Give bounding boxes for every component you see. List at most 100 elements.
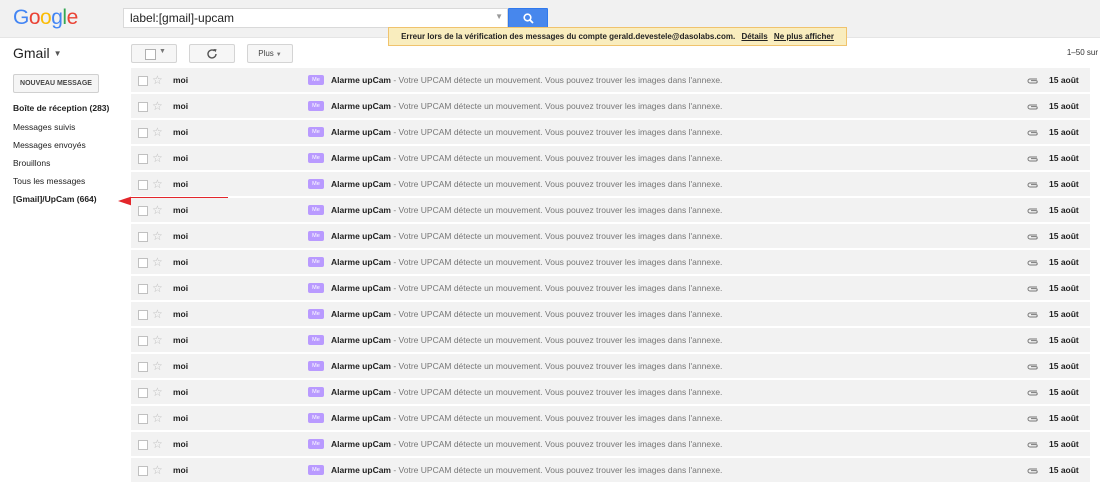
row-checkbox[interactable] <box>138 414 148 424</box>
row-checkbox[interactable] <box>138 128 148 138</box>
label-tag[interactable]: Me <box>308 75 324 85</box>
attachment-icon <box>1027 182 1038 188</box>
row-checkbox[interactable] <box>138 336 148 346</box>
message-row[interactable]: ☆ moi Me Alarme upCam - Votre UPCAM détecte… <box>131 146 1090 171</box>
row-checkbox[interactable] <box>138 76 148 86</box>
star-icon[interactable]: ☆ <box>152 73 163 87</box>
attachment-icon <box>1027 286 1038 292</box>
row-checkbox[interactable] <box>138 258 148 268</box>
star-icon[interactable]: ☆ <box>152 99 163 113</box>
sidebar-item-inbox[interactable]: Boîte de réception (283) <box>13 103 109 113</box>
attachment-icon <box>1027 130 1038 136</box>
message-snippet: - Votre UPCAM détecte un mouvement. Vous… <box>391 257 723 267</box>
star-icon[interactable]: ☆ <box>152 255 163 269</box>
message-row[interactable]: ☆ moi Me Alarme upCam - Votre UPCAM détecte… <box>131 354 1090 379</box>
label-tag[interactable]: Me <box>308 439 324 449</box>
message-subject-text: Alarme upCam <box>331 361 391 371</box>
message-row[interactable]: ☆ moi Me Alarme upCam - Votre UPCAM détecte… <box>131 458 1090 483</box>
message-row[interactable]: ☆ moi Me Alarme upCam - Votre UPCAM détecte… <box>131 406 1090 431</box>
star-icon[interactable]: ☆ <box>152 411 163 425</box>
row-checkbox[interactable] <box>138 102 148 112</box>
message-row[interactable]: ☆ moi Me Alarme upCam - Votre UPCAM détecte… <box>131 120 1090 145</box>
message-row[interactable]: ☆ moi Me Alarme upCam - Votre UPCAM détecte… <box>131 302 1090 327</box>
select-all-button[interactable]: ▼ <box>131 44 177 63</box>
refresh-button[interactable] <box>189 44 235 63</box>
more-button[interactable]: Plus ▼ <box>247 44 293 63</box>
message-date: 15 août <box>1049 465 1079 475</box>
star-icon[interactable]: ☆ <box>152 385 163 399</box>
row-checkbox[interactable] <box>138 310 148 320</box>
star-icon[interactable]: ☆ <box>152 203 163 217</box>
star-icon[interactable]: ☆ <box>152 359 163 373</box>
label-tag[interactable]: Me <box>308 387 324 397</box>
star-icon[interactable]: ☆ <box>152 281 163 295</box>
attachment-icon <box>1027 442 1038 448</box>
message-snippet: - Votre UPCAM détecte un mouvement. Vous… <box>391 127 723 137</box>
sidebar-item-starred[interactable]: Messages suivis <box>13 122 75 132</box>
compose-button[interactable]: NOUVEAU MESSAGE <box>13 74 99 93</box>
search-input[interactable] <box>130 10 490 26</box>
label-tag[interactable]: Me <box>308 283 324 293</box>
sidebar-item-drafts[interactable]: Brouillons <box>13 158 50 168</box>
message-date: 15 août <box>1049 413 1079 423</box>
banner-details-link[interactable]: Détails <box>741 32 767 41</box>
label-tag[interactable]: Me <box>308 257 324 267</box>
sidebar-item-all-mail[interactable]: Tous les messages <box>13 176 85 186</box>
search-options-caret-icon[interactable]: ▼ <box>495 12 503 21</box>
label-tag[interactable]: Me <box>308 465 324 475</box>
row-checkbox[interactable] <box>138 180 148 190</box>
label-tag[interactable]: Me <box>308 179 324 189</box>
star-icon[interactable]: ☆ <box>152 177 163 191</box>
row-checkbox[interactable] <box>138 284 148 294</box>
message-sender: moi <box>173 75 189 85</box>
label-tag[interactable]: Me <box>308 413 324 423</box>
message-row[interactable]: ☆ moi Me Alarme upCam - Votre UPCAM détecte… <box>131 250 1090 275</box>
message-snippet: - Votre UPCAM détecte un mouvement. Vous… <box>391 439 723 449</box>
star-icon[interactable]: ☆ <box>152 229 163 243</box>
message-subject: Alarme upCam - Votre UPCAM détecte un mo… <box>331 127 722 137</box>
banner-dismiss-link[interactable]: Ne plus afficher <box>774 32 834 41</box>
message-row[interactable]: ☆ moi Me Alarme upCam - Votre UPCAM détecte… <box>131 432 1090 457</box>
row-checkbox[interactable] <box>138 440 148 450</box>
message-row[interactable]: ☆ moi Me Alarme upCam - Votre UPCAM détecte… <box>131 94 1090 119</box>
search-box[interactable]: ▼ <box>123 8 508 28</box>
label-tag[interactable]: Me <box>308 231 324 241</box>
message-date: 15 août <box>1049 205 1079 215</box>
row-checkbox[interactable] <box>138 362 148 372</box>
message-sender: moi <box>173 205 189 215</box>
row-checkbox[interactable] <box>138 232 148 242</box>
row-checkbox[interactable] <box>138 388 148 398</box>
gmail-menu[interactable]: Gmail ▼ <box>13 45 61 61</box>
message-row[interactable]: ☆ moi Me Alarme upCam - Votre UPCAM détecte… <box>131 198 1090 223</box>
star-icon[interactable]: ☆ <box>152 307 163 321</box>
star-icon[interactable]: ☆ <box>152 125 163 139</box>
star-icon[interactable]: ☆ <box>152 333 163 347</box>
label-tag[interactable]: Me <box>308 335 324 345</box>
label-tag[interactable]: Me <box>308 309 324 319</box>
label-tag[interactable]: Me <box>308 361 324 371</box>
row-checkbox[interactable] <box>138 466 148 476</box>
search-button[interactable] <box>508 8 548 29</box>
message-row[interactable]: ☆ moi Me Alarme upCam - Votre UPCAM détecte… <box>131 172 1090 197</box>
message-snippet: - Votre UPCAM détecte un mouvement. Vous… <box>391 465 723 475</box>
sidebar-item-upcam[interactable]: [Gmail]/UpCam (664) <box>13 194 97 204</box>
message-row[interactable]: ☆ moi Me Alarme upCam - Votre UPCAM détecte… <box>131 380 1090 405</box>
row-checkbox[interactable] <box>138 206 148 216</box>
star-icon[interactable]: ☆ <box>152 151 163 165</box>
sidebar-item-sent[interactable]: Messages envoyés <box>13 140 86 150</box>
row-checkbox[interactable] <box>138 154 148 164</box>
message-snippet: - Votre UPCAM détecte un mouvement. Vous… <box>391 153 723 163</box>
google-logo[interactable]: Google <box>13 6 78 30</box>
label-tag[interactable]: Me <box>308 127 324 137</box>
message-row[interactable]: ☆ moi Me Alarme upCam - Votre UPCAM détecte… <box>131 68 1090 93</box>
message-row[interactable]: ☆ moi Me Alarme upCam - Votre UPCAM détecte… <box>131 276 1090 301</box>
attachment-icon <box>1027 208 1038 214</box>
star-icon[interactable]: ☆ <box>152 437 163 451</box>
label-tag[interactable]: Me <box>308 101 324 111</box>
star-icon[interactable]: ☆ <box>152 463 163 477</box>
label-tag[interactable]: Me <box>308 205 324 215</box>
message-row[interactable]: ☆ moi Me Alarme upCam - Votre UPCAM détecte… <box>131 328 1090 353</box>
label-tag[interactable]: Me <box>308 153 324 163</box>
select-checkbox[interactable] <box>145 49 156 60</box>
message-row[interactable]: ☆ moi Me Alarme upCam - Votre UPCAM détecte… <box>131 224 1090 249</box>
